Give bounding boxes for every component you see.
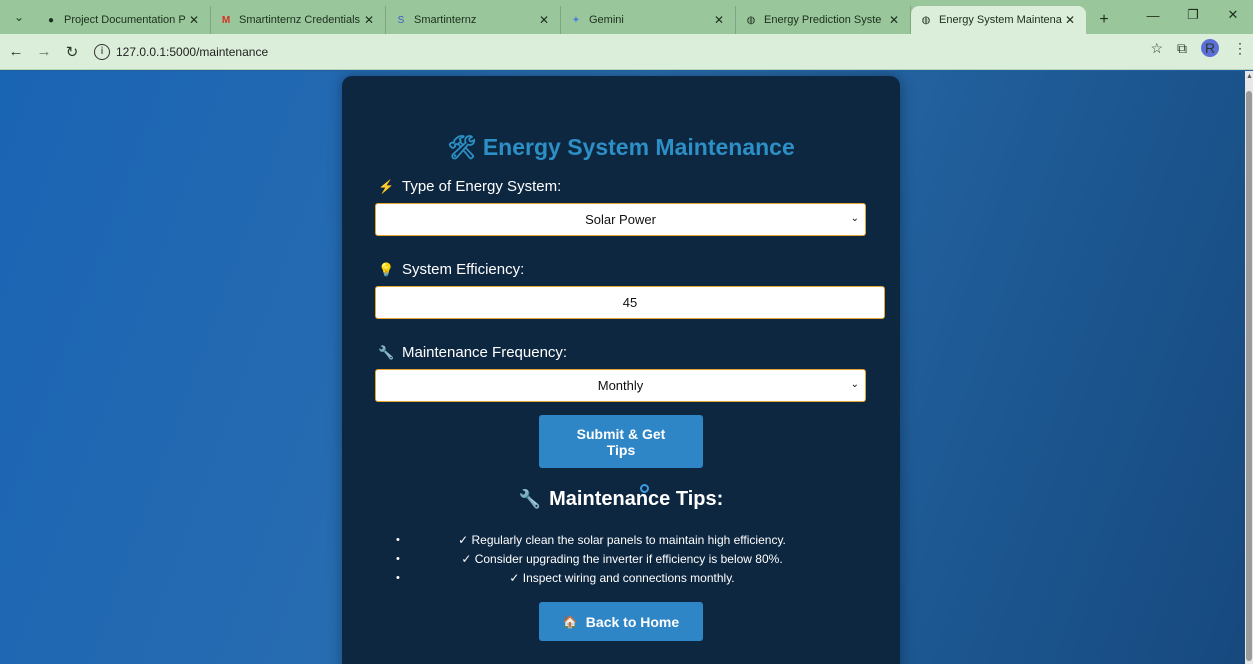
- maintenance-card: 🛠 Energy System Maintenance ⚡ Type of En…: [342, 76, 900, 664]
- energy-type-select[interactable]: Solar Power ⌄: [375, 203, 866, 236]
- tab-3[interactable]: ✦ Gemini ✕: [561, 6, 736, 34]
- url-text: 127.0.0.1:5000/maintenance: [116, 44, 269, 59]
- close-icon[interactable]: ✕: [361, 13, 377, 27]
- back-arrow-icon[interactable]: ←: [4, 40, 28, 64]
- efficiency-value: 45: [622, 295, 638, 310]
- globe-icon: ◍: [921, 14, 931, 26]
- tab-search-chevron-icon[interactable]: ⌄: [6, 4, 32, 30]
- lightning-icon: ⚡: [378, 178, 395, 194]
- frequency-select[interactable]: Monthly ⌄: [375, 369, 866, 402]
- page-title: 🛠 Energy System Maintenance: [342, 134, 900, 161]
- scroll-up-icon[interactable]: ▲: [1246, 73, 1253, 80]
- scroll-thumb[interactable]: [1246, 91, 1252, 661]
- minimize-icon[interactable]: —: [1133, 0, 1173, 30]
- extensions-icon[interactable]: ⧉: [1177, 40, 1187, 57]
- tab-title: Smartinternz Credentials fo: [239, 14, 361, 26]
- wrench-icon: 🔧: [378, 344, 395, 360]
- efficiency-input[interactable]: 45: [375, 286, 885, 319]
- tab-strip: ⌄ ● Project Documentation Pro ✕ M Smarti…: [0, 0, 1253, 34]
- tip-text: ✓ Regularly clean the solar panels to ma…: [458, 533, 786, 547]
- close-icon[interactable]: ✕: [536, 13, 552, 27]
- close-icon[interactable]: ✕: [711, 13, 727, 27]
- tab-0[interactable]: ● Project Documentation Pro ✕: [36, 6, 211, 34]
- close-icon[interactable]: ✕: [886, 13, 902, 27]
- submit-button[interactable]: Submit & Get Tips: [539, 415, 703, 468]
- reload-icon[interactable]: ↻: [60, 40, 84, 64]
- tools-icon: 🛠: [447, 134, 477, 160]
- profile-avatar[interactable]: R: [1201, 39, 1219, 57]
- house-icon: 🏠: [562, 614, 578, 629]
- page-title-text: Energy System Maintenance: [482, 134, 795, 160]
- tab-title: Smartinternz: [414, 14, 477, 26]
- bullet-icon: •: [396, 534, 400, 546]
- tips-heading-text: Maintenance Tips:: [549, 488, 724, 510]
- address-bar[interactable]: i 127.0.0.1:5000/maintenance: [94, 37, 1104, 66]
- tab-title: Gemini: [589, 14, 624, 26]
- back-to-home-label: Back to Home: [585, 613, 680, 630]
- gmail-icon: M: [221, 14, 231, 26]
- site-info-icon[interactable]: i: [94, 43, 110, 60]
- toolbar-actions: ☆ ⧉ R ⋮: [1150, 39, 1247, 57]
- smartinternz-icon: S: [397, 14, 405, 26]
- frequency-label-text: Maintenance Frequency:: [402, 344, 568, 361]
- list-item: • ✓ Inspect wiring and connections monthl…: [382, 569, 862, 588]
- github-icon: ●: [47, 14, 55, 26]
- browser-toolbar: ← → ↻ i 127.0.0.1:5000/maintenance ☆ ⧉ R…: [0, 34, 1253, 70]
- frequency-value: Monthly: [597, 378, 644, 393]
- page-viewport: 🛠 Energy System Maintenance ⚡ Type of En…: [0, 71, 1245, 664]
- tab-2[interactable]: S Smartinternz ✕: [386, 6, 561, 34]
- loading-cursor-icon: [640, 484, 649, 493]
- list-item: • ✓ Regularly clean the solar panels to m…: [382, 531, 862, 550]
- bullet-icon: •: [396, 553, 400, 565]
- tab-1[interactable]: M Smartinternz Credentials fo ✕: [211, 6, 386, 34]
- lightbulb-icon: 💡: [378, 261, 395, 277]
- close-icon[interactable]: ✕: [1062, 13, 1078, 27]
- tab-5-active[interactable]: ◍ Energy System Maintenanc ✕: [911, 6, 1086, 34]
- restore-icon[interactable]: ❐: [1173, 0, 1213, 30]
- tips-heading: 🔧 Maintenance Tips:: [342, 488, 900, 511]
- energy-type-label: ⚡ Type of Energy System:: [378, 178, 561, 195]
- energy-type-value: Solar Power: [585, 212, 656, 227]
- menu-kebab-icon[interactable]: ⋮: [1233, 40, 1247, 57]
- forward-arrow-icon[interactable]: →: [32, 40, 56, 64]
- tab-title: Energy System Maintenanc: [939, 14, 1062, 26]
- tip-text: ✓ Inspect wiring and connections monthly…: [509, 571, 735, 585]
- energy-type-label-text: Type of Energy System:: [402, 178, 562, 195]
- bookmark-star-icon[interactable]: ☆: [1150, 40, 1163, 57]
- tab-4[interactable]: ◍ Energy Prediction Syste ✕: [736, 6, 911, 34]
- efficiency-label-text: System Efficiency:: [402, 261, 525, 278]
- tips-list: • ✓ Regularly clean the solar panels to m…: [382, 531, 862, 588]
- back-to-home-button[interactable]: 🏠 Back to Home: [539, 602, 703, 641]
- globe-icon: ◍: [746, 14, 756, 26]
- wrench-icon: 🔧: [518, 489, 542, 509]
- page-scrollbar[interactable]: ▲: [1245, 71, 1253, 664]
- window-close-icon[interactable]: ✕: [1213, 0, 1253, 30]
- window-controls: — ❐ ✕: [1133, 0, 1253, 30]
- close-icon[interactable]: ✕: [186, 13, 202, 27]
- tip-text: ✓ Consider upgrading the inverter if eff…: [461, 552, 783, 566]
- tab-title: Project Documentation Pro: [64, 14, 186, 26]
- chevron-down-icon: ⌄: [850, 213, 859, 224]
- tab-title: Energy Prediction Syste: [764, 14, 882, 26]
- list-item: • ✓ Consider upgrading the inverter if ef…: [382, 550, 862, 569]
- efficiency-label: 💡 System Efficiency:: [378, 261, 524, 278]
- new-tab-icon[interactable]: +: [1090, 6, 1118, 34]
- gemini-icon: ✦: [571, 14, 581, 26]
- frequency-label: 🔧 Maintenance Frequency:: [378, 344, 567, 361]
- chevron-down-icon: ⌄: [850, 379, 859, 390]
- bullet-icon: •: [396, 572, 400, 584]
